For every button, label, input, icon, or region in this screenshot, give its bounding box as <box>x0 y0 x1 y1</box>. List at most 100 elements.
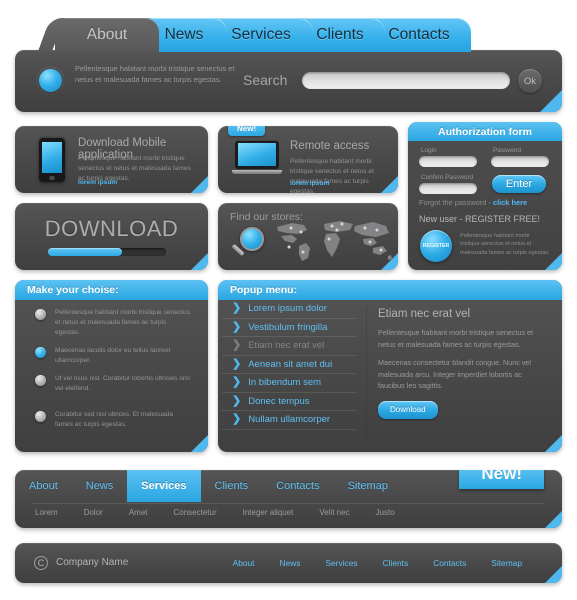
nav-link-clients[interactable]: Clients <box>201 470 263 502</box>
confirm-password-label: Confirm Password <box>421 174 474 181</box>
nav-link-about[interactable]: About <box>15 470 72 502</box>
remote-access-body: Pellentesque habitant morbi tristique se… <box>290 158 374 193</box>
nav-link-news[interactable]: News <box>72 470 128 502</box>
choice-option[interactable]: Ut vel risus nisl. Curabitur lobortis ul… <box>35 374 190 394</box>
choice-option[interactable]: Pellentesque habitant morbi tristique se… <box>35 308 190 339</box>
popup-menu-item[interactable]: ❯ In bibendum sem <box>222 374 356 393</box>
forgot-password-text: Forgot the password - click here <box>419 198 527 207</box>
tab-label: Clients <box>316 26 364 43</box>
download-progress-bar <box>48 248 166 256</box>
footer-link-services[interactable]: Services <box>300 558 357 568</box>
authorization-form-title: Authorization form <box>408 122 562 141</box>
nav-separator <box>33 503 544 504</box>
popup-download-button[interactable]: Download <box>378 400 438 419</box>
sub-nav-link[interactable]: Consectetur <box>173 508 242 517</box>
login-label: Login <box>421 147 437 154</box>
password-input[interactable] <box>491 156 549 167</box>
register-button[interactable]: REGISTER <box>420 230 452 262</box>
popup-menu-item[interactable]: ❯ Lorem ipsum dolor <box>222 300 356 319</box>
footer-links: About News Services Clients Contacts Sitemap <box>208 558 522 568</box>
secondary-nav-bar: About News Services Clients Contacts Sitemap … <box>15 470 562 528</box>
sub-nav-link[interactable]: Integer aliquet <box>243 508 320 517</box>
choice-option[interactable]: Maecenas iaculis dolor eu tellus laoreet… <box>35 346 190 366</box>
new-badge: New! <box>228 126 266 136</box>
download-box[interactable]: DOWNLOAD <box>15 203 208 270</box>
footer-link-contacts[interactable]: Contacts <box>408 558 466 568</box>
popup-divider <box>366 306 367 438</box>
choice-panel: Make your choise: Pellentesque habitant … <box>15 280 208 452</box>
popup-menu-item-label: Vestibulum fringilla <box>248 321 328 333</box>
popup-content: Etiam nec erat vel Pellentesque habitant… <box>378 308 548 419</box>
choice-panel-title: Make your choise: <box>15 280 208 300</box>
popup-menu-item-label: Aenean sit amet dui <box>248 358 333 370</box>
search-ok-button[interactable]: Ok <box>518 69 542 93</box>
footer-link-news[interactable]: News <box>255 558 301 568</box>
corner-fold-icon <box>545 566 562 583</box>
radio-button-icon[interactable] <box>35 411 46 422</box>
radio-button-icon[interactable] <box>35 375 46 386</box>
popup-menu-item[interactable]: ❯ Aenean sit amet dui <box>222 356 356 374</box>
popup-menu-list: ❯ Lorem ipsum dolor ❯ Vestibulum fringilla ❯… <box>218 300 366 452</box>
corner-fold-icon <box>191 253 208 270</box>
popup-menu-item-label: Etiam nec erat vel <box>248 340 325 352</box>
popup-menu-item-label: Lorem ipsum dolor <box>248 303 327 315</box>
sub-nav-link[interactable]: Justo <box>376 508 421 517</box>
remote-access-title: Remote access <box>290 140 370 152</box>
footer-link-sitemap[interactable]: Sitemap <box>466 558 522 568</box>
sub-nav-link[interactable]: Lorem <box>35 508 84 517</box>
header-intro-text: Pellentesque habitant morbi tristique se… <box>75 64 235 84</box>
world-map-icon <box>277 221 392 261</box>
choice-option-label: Curabitur sed nisi ultrices. Et malesuad… <box>55 411 174 429</box>
confirm-password-input[interactable] <box>419 183 477 194</box>
popup-content-paragraph-2: Maecenas consectetur blandit congue. Nun… <box>378 358 532 391</box>
mobile-app-link[interactable]: lorem ipsum <box>78 179 117 186</box>
popup-menu-item: ❯ Etiam nec erat vel <box>222 337 356 356</box>
ui-kit-page: About News Services Clients Contacts Pellent… <box>0 0 577 600</box>
chevron-right-icon: ❯ <box>232 320 242 333</box>
search-input[interactable] <box>302 72 510 89</box>
remote-access-link[interactable]: lorem ipsum <box>290 180 329 187</box>
tab-label: Services <box>231 26 291 43</box>
corner-fold-icon <box>545 435 562 452</box>
popup-menu-item[interactable]: ❯ Nullam ullamcorper <box>222 411 356 430</box>
footer-link-clients[interactable]: Clients <box>358 558 409 568</box>
footer-link-about[interactable]: About <box>208 558 255 568</box>
forgot-password-link[interactable]: click here <box>493 198 527 207</box>
nav-link-sitemap[interactable]: Sitemap <box>334 470 402 502</box>
phone-icon <box>39 137 65 182</box>
sub-nav-link[interactable]: Amet <box>129 508 174 517</box>
secondary-sub-nav-links: Lorem Dolor Amet Consectetur Integer aliquet… <box>35 508 421 517</box>
sub-nav-link[interactable]: Dolor <box>84 508 129 517</box>
radio-button-icon[interactable] <box>35 347 46 358</box>
popup-menu-item-label: Nullam ullamcorper <box>248 414 331 426</box>
enter-button[interactable]: Enter <box>492 175 546 193</box>
new-banner: New! <box>447 470 556 493</box>
search-label: Search <box>243 72 288 88</box>
laptop-icon <box>232 140 282 180</box>
tab-about[interactable]: About <box>55 18 159 52</box>
nav-link-contacts[interactable]: Contacts <box>262 470 333 502</box>
nav-link-services[interactable]: Services <box>127 470 201 502</box>
choice-option[interactable]: Curabitur sed nisi ultrices. Et malesuad… <box>35 410 190 430</box>
secondary-nav-links: About News Services Clients Contacts Sitemap <box>15 470 402 502</box>
popup-menu-item[interactable]: ❯ Donec tempus <box>222 393 356 411</box>
popup-menu-item[interactable]: ❯ Vestibulum fringilla <box>222 319 356 337</box>
tab-label: Contacts <box>388 26 450 43</box>
sub-nav-link[interactable]: Velit nec <box>319 508 375 517</box>
login-input[interactable] <box>419 156 477 167</box>
download-label: DOWNLOAD <box>44 216 179 241</box>
find-stores-box[interactable]: Find our stores: <box>218 203 398 270</box>
tab-label: News <box>164 26 204 43</box>
radio-button-icon[interactable] <box>35 309 46 320</box>
new-user-text: New user - REGISTER FREE! <box>419 214 541 224</box>
choice-option-label: Pellentesque habitant morbi tristique se… <box>55 309 190 337</box>
tab-label: About <box>86 26 128 43</box>
remote-access-box[interactable]: New! Remote access Pellentesque habitant… <box>218 126 398 193</box>
authorization-form: Authorization form Login Password Confir… <box>408 122 562 270</box>
register-body-text: Pellentesque habitant morbi tristique se… <box>460 233 550 256</box>
download-progress-fill <box>48 248 123 256</box>
auth-divider <box>416 210 554 211</box>
forgot-password-label: Forgot the password - <box>419 198 493 207</box>
popup-menu-item-label: In bibendum sem <box>248 377 322 389</box>
mobile-app-box[interactable]: Download Mobile application Pellentesque… <box>15 126 208 193</box>
